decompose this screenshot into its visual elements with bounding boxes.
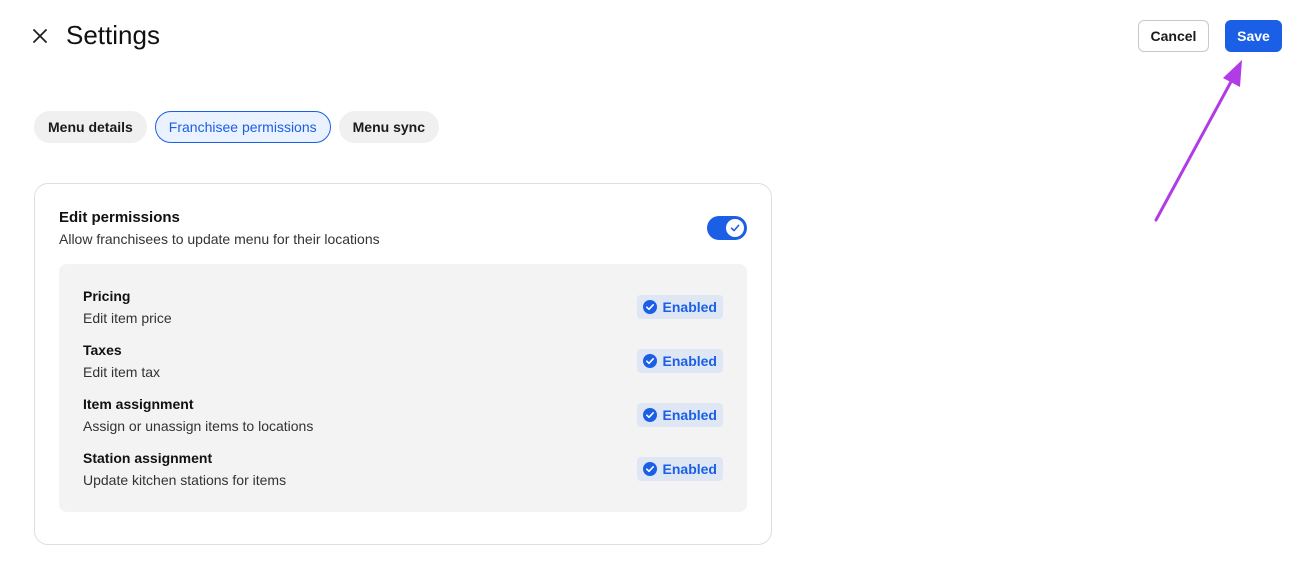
status-badge: Enabled (636, 295, 723, 319)
permission-description: Assign or unassign items to locations (83, 418, 314, 434)
card-title: Edit permissions (59, 209, 180, 226)
status-badge-label: Enabled (662, 299, 717, 315)
card-subtitle: Allow franchisees to update menu for the… (59, 231, 380, 247)
save-button[interactable]: Save (1225, 20, 1282, 52)
tab-menu-sync[interactable]: Menu sync (338, 111, 439, 143)
close-icon (33, 29, 47, 43)
permission-row-pricing: Pricing Edit item price Enabled (83, 288, 723, 332)
check-circle-icon (642, 462, 657, 476)
permission-description: Update kitchen stations for items (83, 472, 287, 488)
permission-description: Edit item tax (83, 364, 161, 380)
check-circle-icon (642, 300, 657, 314)
permissions-list: Pricing Edit item price Enabled Taxes Ed… (59, 264, 747, 512)
permission-row-item-assignment: Item assignment Assign or unassign items… (83, 396, 723, 440)
check-icon (730, 224, 740, 232)
permission-title: Item assignment (83, 396, 194, 412)
permission-title: Pricing (83, 288, 131, 304)
status-badge-label: Enabled (662, 407, 717, 423)
status-badge-label: Enabled (662, 461, 717, 477)
cancel-button[interactable]: Cancel (1138, 20, 1209, 52)
page-title: Settings (66, 20, 160, 50)
check-circle-icon (642, 354, 657, 368)
status-badge: Enabled (636, 349, 723, 373)
tab-franchisee-permissions[interactable]: Franchisee permissions (154, 111, 331, 143)
close-button[interactable] (28, 24, 52, 48)
permission-row-station-assignment: Station assignment Update kitchen statio… (83, 450, 723, 494)
edit-permissions-toggle[interactable] (707, 216, 747, 240)
toggle-knob (726, 219, 744, 237)
status-badge-label: Enabled (662, 353, 717, 369)
edit-permissions-card: Edit permissions Allow franchisees to up… (34, 183, 772, 545)
tab-bar: Menu details Franchisee permissions Menu… (34, 111, 439, 143)
permission-row-taxes: Taxes Edit item tax Enabled (83, 342, 723, 386)
check-circle-icon (642, 408, 657, 422)
settings-page: Settings Cancel Save Menu details Franch… (0, 0, 1301, 569)
permission-title: Station assignment (83, 450, 213, 466)
permission-description: Edit item price (83, 310, 172, 326)
status-badge: Enabled (636, 403, 723, 427)
status-badge: Enabled (636, 457, 723, 481)
tab-menu-details[interactable]: Menu details (34, 111, 147, 143)
permission-title: Taxes (83, 342, 122, 358)
